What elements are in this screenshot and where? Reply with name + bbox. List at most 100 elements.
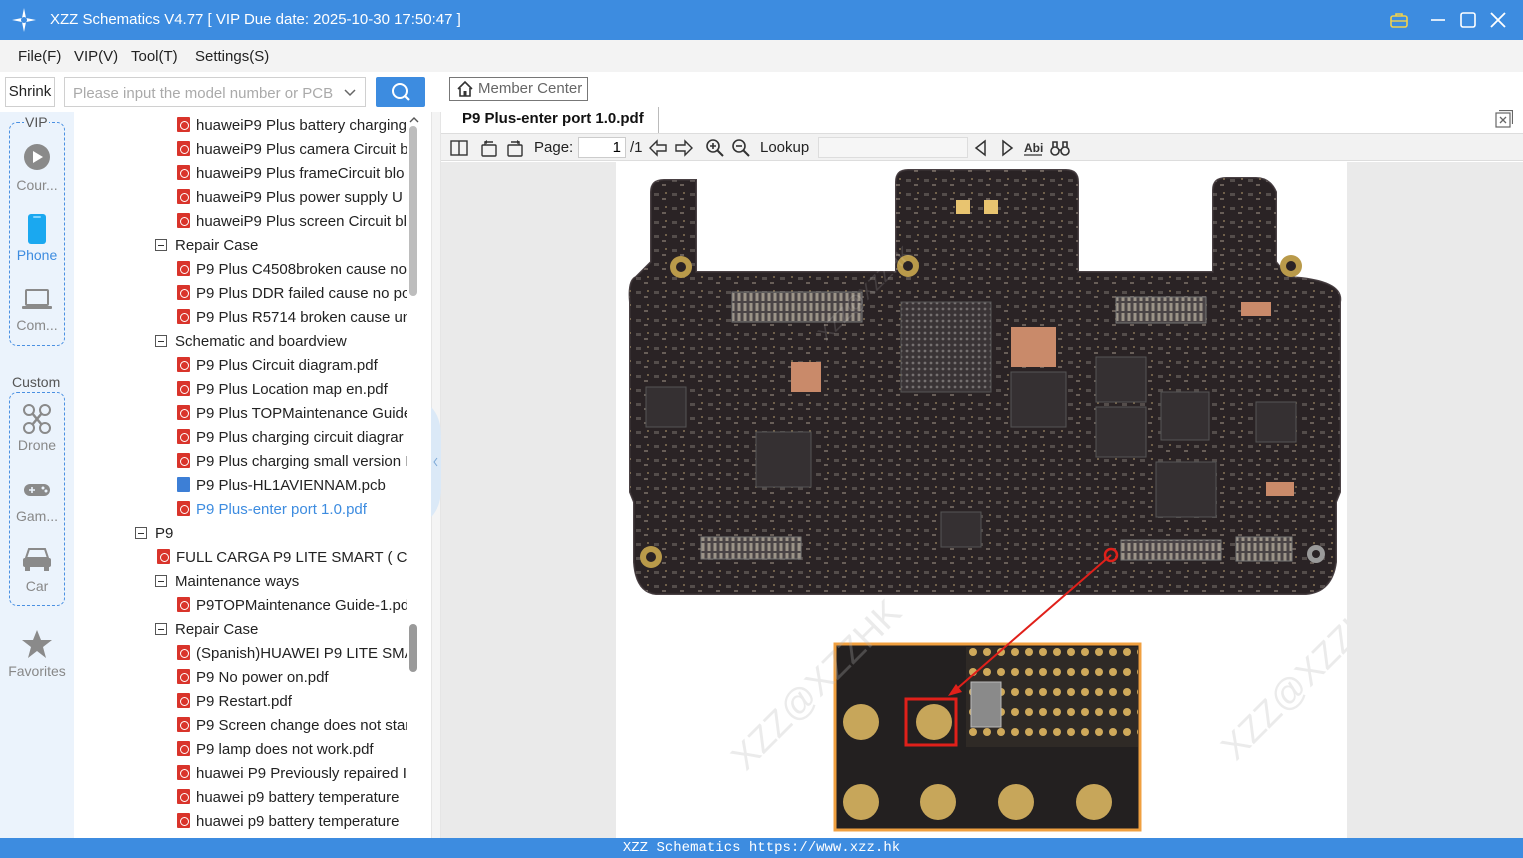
collapse-toggle-icon[interactable] <box>155 623 167 635</box>
tree-folder[interactable]: Schematic and boardview <box>155 330 347 354</box>
tree-file[interactable]: FULL CARGA P9 LITE SMART ( CHA <box>157 546 407 570</box>
tree-file[interactable]: huawei P9 Previously repaired I <box>177 762 407 786</box>
prev-page-icon[interactable] <box>648 138 668 158</box>
rail-item-computer[interactable]: Com... <box>0 286 74 342</box>
tree-item-label: huawei p9 battery temperature <box>196 789 400 806</box>
rail-item-car[interactable]: Car <box>0 544 74 600</box>
tree-file[interactable]: huaweiP9 Plus camera Circuit b <box>177 138 407 162</box>
tree-item-label: Schematic and boardview <box>175 333 347 350</box>
rail-item-games[interactable]: Gam... <box>0 478 74 534</box>
collapse-toggle-icon[interactable] <box>135 527 147 539</box>
model-search-combo[interactable] <box>64 77 366 107</box>
model-search-input[interactable] <box>73 83 333 103</box>
pdf-file-icon <box>177 285 190 300</box>
find-prev-icon[interactable] <box>971 138 991 158</box>
tree-item-label: P9 lamp does not work.pdf <box>196 741 374 758</box>
tree-file[interactable]: huaweiP9 Plus power supply U <box>177 186 403 210</box>
collapse-toggle-icon[interactable] <box>155 239 167 251</box>
close-icon[interactable] <box>1487 9 1509 31</box>
scroll-up-icon[interactable] <box>408 114 420 126</box>
rail-label-games: Gam... <box>15 508 58 524</box>
rotate-left-icon[interactable] <box>479 138 499 158</box>
tree-scrollbar[interactable] <box>408 112 420 838</box>
chevron-down-icon[interactable] <box>343 86 357 100</box>
tree-file[interactable]: P9TOPMaintenance Guide-1.pd <box>177 594 407 618</box>
tree-folder[interactable]: P9 <box>135 522 173 546</box>
scroll-thumb[interactable] <box>409 126 417 296</box>
tree-file[interactable]: huaweiP9 Plus battery charging <box>177 114 407 138</box>
tree-folder[interactable]: Repair Case <box>155 234 258 258</box>
panel-splitter[interactable] <box>431 112 441 838</box>
page-label: Page: <box>534 139 574 156</box>
rail-item-favorites[interactable]: Favorites <box>0 628 74 688</box>
collapse-toggle-icon[interactable] <box>155 335 167 347</box>
menu-file[interactable]: File(F) <box>18 48 61 65</box>
tree-file[interactable]: huawei p9 battery temperature <box>177 810 399 834</box>
tab-document[interactable]: P9 Plus-enter port 1.0.pdf <box>449 107 659 133</box>
document-panel: Member Center P9 Plus-enter port 1.0.pdf… <box>441 72 1523 838</box>
rail-label-car: Car <box>25 578 49 594</box>
tree-file[interactable]: huaweiP9 Plus frameCircuit blo <box>177 162 404 186</box>
zoom-out-icon[interactable] <box>731 138 751 158</box>
rail-item-phone[interactable]: Phone <box>0 212 74 268</box>
tree-item-label: P9TOPMaintenance Guide-1.pd <box>196 597 407 614</box>
tree-file[interactable]: P9 Screen change does not star <box>177 714 407 738</box>
lookup-input[interactable] <box>818 137 968 158</box>
minimize-icon[interactable] <box>1427 9 1449 31</box>
tree-file[interactable]: huaweiP9 Plus screen Circuit bl <box>177 210 407 234</box>
tree-item-label: P9 <box>155 525 174 542</box>
tree-folder[interactable]: Repair Case <box>155 618 258 642</box>
menu-tool[interactable]: Tool(T) <box>131 48 178 65</box>
rail-item-courses[interactable]: Cour... <box>0 142 74 198</box>
tree-file[interactable]: P9 Restart.pdf <box>177 690 292 714</box>
status-bar: XZZ Schematics https://www.xzz.hk <box>0 838 1523 858</box>
binoculars-icon[interactable] <box>1050 138 1070 158</box>
file-tree-list: huaweiP9 Plus battery charging huaweiP9 P… <box>74 112 407 838</box>
member-center-button[interactable]: Member Center <box>449 77 588 101</box>
tree-file[interactable]: P9 Plus-HL1AVIENNAM.pcb <box>177 474 386 498</box>
rotate-right-icon[interactable] <box>505 138 525 158</box>
find-next-icon[interactable] <box>997 138 1017 158</box>
tree-file[interactable]: P9 Plus Circuit diagram.pdf <box>177 354 378 378</box>
pdf-viewer[interactable]: XZZ@XZZHK XZZ@XZZHK XZZ@XZZHK <box>441 162 1523 838</box>
pdf-page: XZZ@XZZHK XZZ@XZZHK XZZ@XZZHK <box>616 162 1399 838</box>
tree-file[interactable]: (Spanish)HUAWEI P9 LITE SMAI <box>177 642 407 666</box>
tree-file[interactable]: P9 Plus C4508broken cause no <box>177 258 407 282</box>
title-bar: XZZ Schematics V4.77 [ VIP Due date: 202… <box>0 0 1523 40</box>
match-case-icon[interactable]: Abi <box>1023 138 1043 158</box>
tree-item-label: P9 Plus R5714 broken cause un <box>196 309 407 326</box>
tree-item-label: Repair Case <box>175 621 259 638</box>
tree-file[interactable]: P9 Plus TOPMaintenance Guide <box>177 402 407 426</box>
briefcase-icon[interactable] <box>1388 9 1410 31</box>
maximize-icon[interactable] <box>1457 9 1479 31</box>
scroll-thumb-secondary[interactable] <box>409 624 417 672</box>
tree-file[interactable]: P9 Plus Location map en.pdf <box>177 378 388 402</box>
rail-label-drone: Drone <box>17 437 57 453</box>
close-tabs-icon[interactable] <box>1495 110 1513 128</box>
tree-folder[interactable]: Maintenance ways <box>155 570 299 594</box>
pdf-file-icon <box>177 141 190 156</box>
collapse-toggle-icon[interactable] <box>155 575 167 587</box>
tree-file[interactable]: P9 Plus charging circuit diagrar <box>177 426 404 450</box>
tree-file[interactable]: P9 Plus DDR failed cause no po <box>177 282 407 306</box>
page-number-input[interactable] <box>578 137 626 158</box>
tree-file[interactable]: P9 Plus charging small version I <box>177 450 407 474</box>
zoom-in-icon[interactable] <box>705 138 725 158</box>
rail-item-drone[interactable]: Drone <box>0 402 74 458</box>
menu-settings[interactable]: Settings(S) <box>195 48 269 65</box>
tree-file[interactable]: huawei p9 battery temperature <box>177 786 399 810</box>
rail-label-favorites: Favorites <box>8 663 66 679</box>
next-page-icon[interactable] <box>674 138 694 158</box>
collapse-chevron-icon[interactable] <box>431 407 441 517</box>
menu-vip[interactable]: VIP(V) <box>74 48 118 65</box>
tree-file[interactable]: P9 lamp does not work.pdf <box>177 738 374 762</box>
search-button[interactable] <box>376 77 425 107</box>
tree-file[interactable]: P9 Plus-enter port 1.0.pdf <box>177 498 367 522</box>
shrink-button[interactable]: Shrink <box>5 77 55 107</box>
tree-file[interactable]: P9 No power on.pdf <box>177 666 329 690</box>
tree-file[interactable]: P9 Plus R5714 broken cause un <box>177 306 407 330</box>
pdf-file-icon <box>177 693 190 708</box>
tree-item-label: Repair Case <box>175 237 259 254</box>
tree-item-label: huaweiP9 Plus power supply U <box>196 189 403 206</box>
sidebar-toggle-icon[interactable] <box>449 138 469 158</box>
